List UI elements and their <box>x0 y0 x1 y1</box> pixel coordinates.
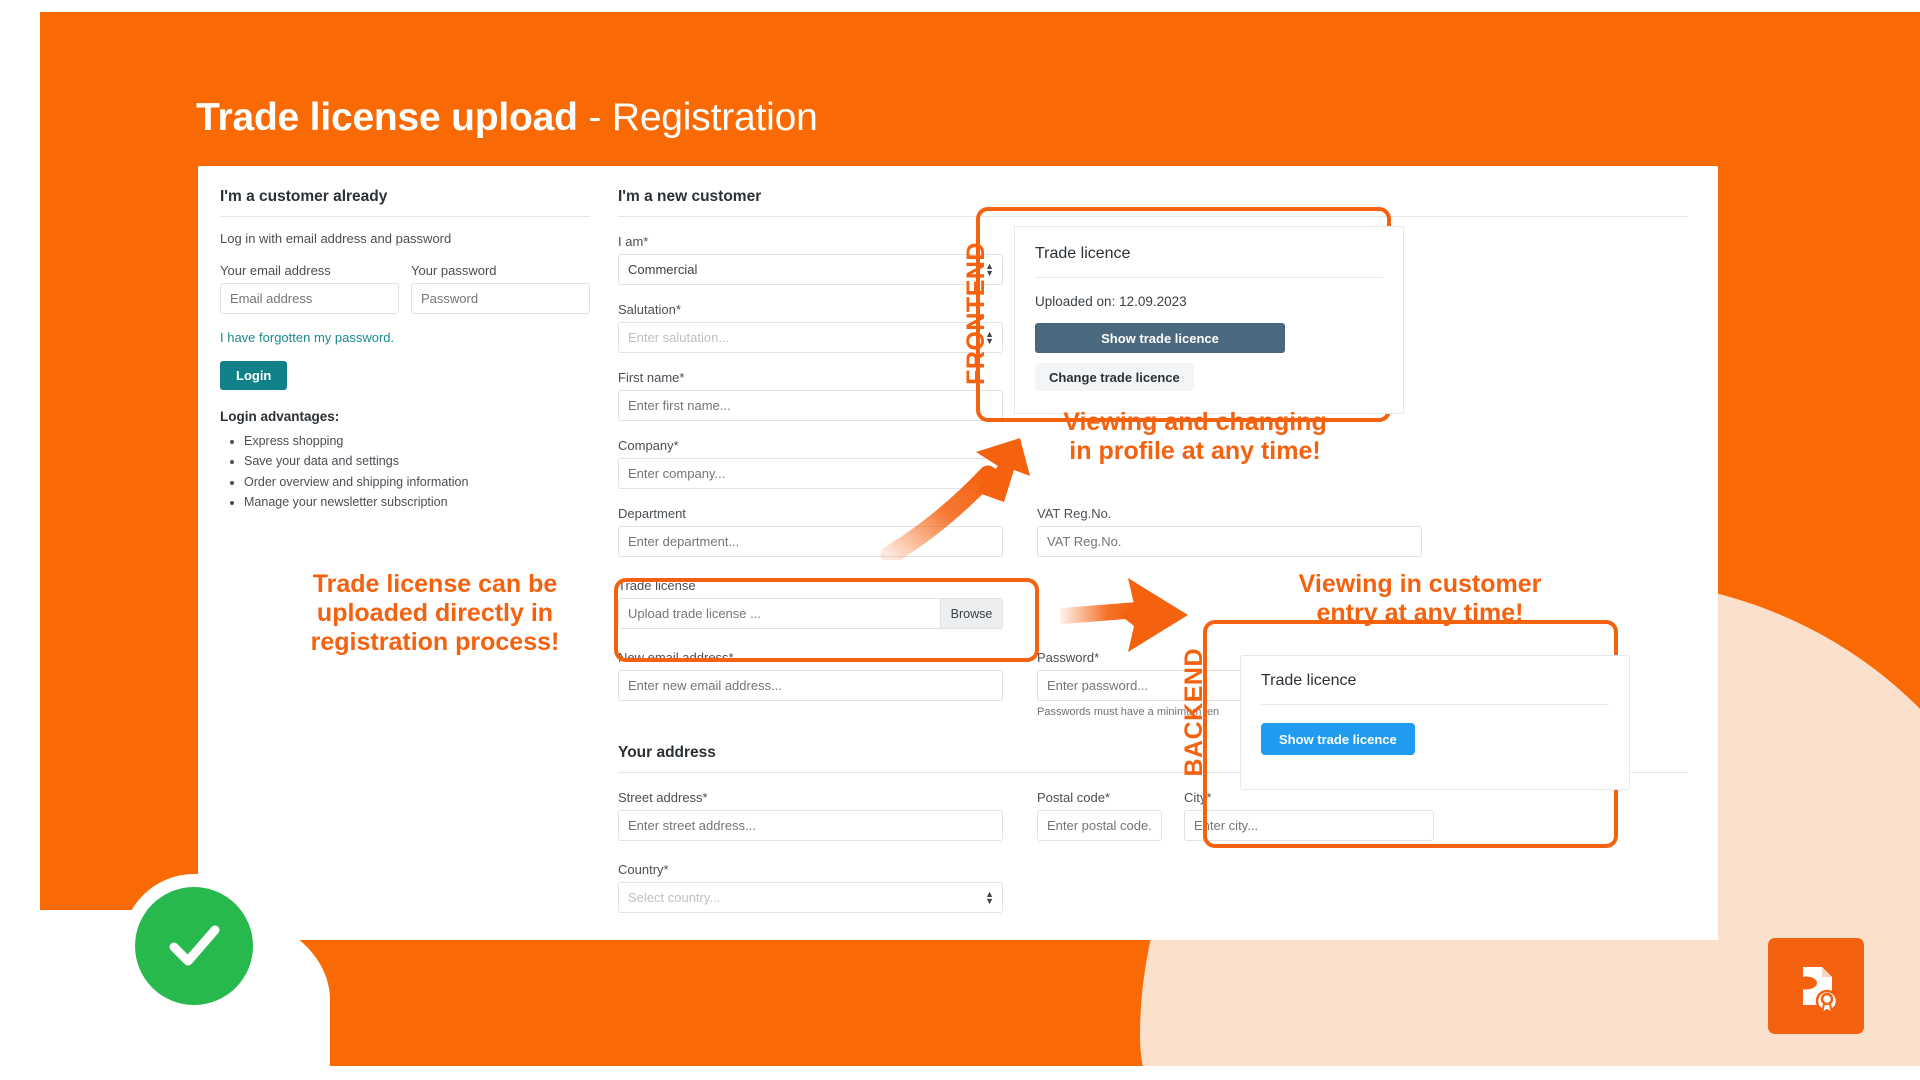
address-row: Street address* Postal code* City* <box>618 790 1688 841</box>
address-divider <box>618 772 1688 773</box>
department-input[interactable] <box>618 526 1003 557</box>
trade-license-label: Trade license <box>618 578 696 593</box>
new-customer-title: I'm a new customer <box>618 188 762 205</box>
salutation-value: Enter salutation... <box>618 322 1003 353</box>
login-email-group: Your email address <box>220 263 399 314</box>
list-item: Manage your newsletter subscription <box>244 492 590 512</box>
register-password-label: Password* <box>1037 650 1100 665</box>
salutation-group: Salutation* Enter salutation... ▲ ▼ <box>618 302 1688 353</box>
address-section: Your address Street address* Postal code… <box>618 744 1688 913</box>
chevron-updown-icon: ▲ ▼ <box>985 260 994 278</box>
page-title-bold: Trade license upload <box>196 96 578 139</box>
country-group: Country* Select country... ▲ ▼ <box>618 862 1688 913</box>
postal-label: Postal code* <box>1037 790 1110 805</box>
i-am-value: Commercial <box>618 254 1003 285</box>
city-label: City* <box>1184 790 1212 805</box>
password-hint: Passwords must have a minimum len <box>1037 706 1220 718</box>
login-password-input[interactable] <box>411 283 590 314</box>
new-email-input[interactable] <box>618 670 1003 701</box>
list-item: Save your data and settings <box>244 451 590 471</box>
new-customer-divider <box>618 216 1688 217</box>
login-advantages-title: Login advantages: <box>220 409 340 424</box>
new-email-label: New email address* <box>618 650 734 665</box>
company-input[interactable] <box>618 458 1003 489</box>
i-am-select[interactable]: Commercial ▲ ▼ <box>618 254 1003 285</box>
decorative-white-bottom-edge <box>0 1066 1920 1080</box>
first-name-label: First name* <box>618 370 685 385</box>
check-icon <box>169 925 220 966</box>
login-section: I'm a customer already Log in with email… <box>220 188 590 512</box>
street-input[interactable] <box>618 810 1003 841</box>
street-label: Street address* <box>618 790 708 805</box>
forgot-password-link[interactable]: I have forgotten my password. <box>220 330 590 345</box>
page-title: Trade license upload - Registration <box>196 96 818 140</box>
login-subtitle: Log in with email address and password <box>220 231 452 246</box>
department-label: Department <box>618 506 686 521</box>
vat-input[interactable] <box>1037 526 1422 557</box>
trade-license-doc-badge <box>1768 938 1864 1034</box>
first-name-group: First name* <box>618 370 1688 421</box>
department-group: Department <box>618 506 1003 557</box>
login-title: I'm a customer already <box>220 188 388 205</box>
city-group: City* <box>1184 790 1434 841</box>
list-item: Order overview and shipping information <box>244 472 590 492</box>
country-select[interactable]: Select country... ▲ ▼ <box>618 882 1003 913</box>
chevron-updown-icon: ▲ ▼ <box>985 328 994 346</box>
login-divider <box>220 216 590 217</box>
login-fields-row: Your email address Your password <box>220 263 590 314</box>
i-am-group: I am* Commercial ▲ ▼ <box>618 234 1688 285</box>
chevron-updown-icon: ▲ ▼ <box>985 888 994 906</box>
i-am-label: I am* <box>618 234 649 249</box>
decorative-white-left-edge <box>0 0 40 1080</box>
country-value: Select country... <box>618 882 1003 913</box>
vat-label: VAT Reg.No. <box>1037 506 1112 521</box>
postal-group: Postal code* <box>1037 790 1162 841</box>
list-item: Express shopping <box>244 431 590 451</box>
login-password-label: Your password <box>411 263 497 278</box>
page-title-rest: - Registration <box>577 96 818 139</box>
salutation-label: Salutation* <box>618 302 681 317</box>
registration-card: I'm a customer already Log in with email… <box>198 166 1718 940</box>
login-button[interactable]: Login <box>220 361 288 390</box>
new-email-group: New email address* <box>618 650 1003 718</box>
postal-input[interactable] <box>1037 810 1162 841</box>
trade-license-input[interactable] <box>618 598 941 629</box>
department-vat-row: Department VAT Reg.No. <box>618 506 1688 557</box>
browse-button[interactable]: Browse <box>941 598 1003 629</box>
vat-group: VAT Reg.No. <box>1037 506 1422 557</box>
register-password-input[interactable] <box>1037 670 1422 701</box>
company-label: Company* <box>618 438 679 453</box>
street-group: Street address* <box>618 790 1003 841</box>
check-circle <box>135 887 253 1005</box>
login-email-input[interactable] <box>220 283 399 314</box>
login-advantages-list: Express shopping Save your data and sett… <box>244 431 590 512</box>
country-label: Country* <box>618 862 669 877</box>
city-input[interactable] <box>1184 810 1434 841</box>
decorative-white-top-edge <box>0 0 1920 12</box>
trade-license-upload-row: Browse <box>618 598 1003 629</box>
trade-license-group: Trade license Browse <box>618 578 1688 629</box>
email-password-row: New email address* Password* Passwords m… <box>618 650 1688 718</box>
salutation-select[interactable]: Enter salutation... ▲ ▼ <box>618 322 1003 353</box>
login-password-group: Your password <box>411 263 590 314</box>
first-name-input[interactable] <box>618 390 1003 421</box>
login-email-label: Your email address <box>220 263 331 278</box>
success-badge <box>122 874 266 1018</box>
address-title: Your address <box>618 744 716 761</box>
document-certificate-icon <box>1795 967 1839 1015</box>
new-customer-section: I'm a new customer I am* Commercial ▲ ▼ S… <box>618 188 1688 913</box>
register-password-group: Password* Passwords must have a minimum … <box>1037 650 1422 718</box>
company-group: Company* <box>618 438 1688 489</box>
